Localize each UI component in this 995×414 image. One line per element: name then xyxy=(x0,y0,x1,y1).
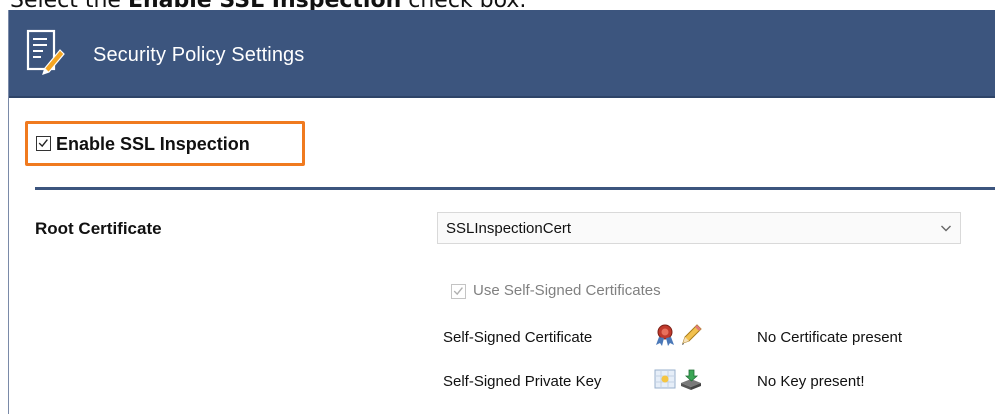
use-self-signed-label: Use Self-Signed Certificates xyxy=(473,282,661,299)
pencil-icon[interactable] xyxy=(679,323,703,347)
import-key-icon[interactable] xyxy=(679,367,703,391)
checkmark-icon xyxy=(38,139,48,148)
enable-ssl-label[interactable]: Enable SSL Inspection xyxy=(56,134,250,155)
self-signed-private-key-label: Self-Signed Private Key xyxy=(443,373,602,390)
private-key-status: No Key present! xyxy=(757,373,865,390)
root-certificate-value: SSLInspectionCert xyxy=(446,220,572,237)
key-file-icon[interactable] xyxy=(653,367,677,391)
self-signed-certificate-label: Self-Signed Certificate xyxy=(443,329,593,346)
window-titlebar: Security Policy Settings xyxy=(9,10,995,98)
checkmark-icon xyxy=(453,287,463,296)
window-title: Security Policy Settings xyxy=(93,44,305,66)
certificate-status: No Certificate present xyxy=(757,329,903,346)
section-divider xyxy=(35,187,995,190)
root-certificate-select[interactable]: SSLInspectionCert xyxy=(437,212,961,244)
root-certificate-label: Root Certificate xyxy=(35,219,162,238)
chevron-down-icon[interactable] xyxy=(940,222,952,234)
enable-ssl-highlight[interactable]: Enable SSL Inspection xyxy=(25,121,305,166)
use-self-signed-checkbox[interactable] xyxy=(451,284,466,299)
enable-ssl-checkbox[interactable] xyxy=(36,136,51,151)
document-edit-icon xyxy=(26,29,65,75)
certificate-icon[interactable] xyxy=(653,323,677,347)
security-policy-window: Security Policy Settings Enable SSL Insp… xyxy=(8,10,995,414)
